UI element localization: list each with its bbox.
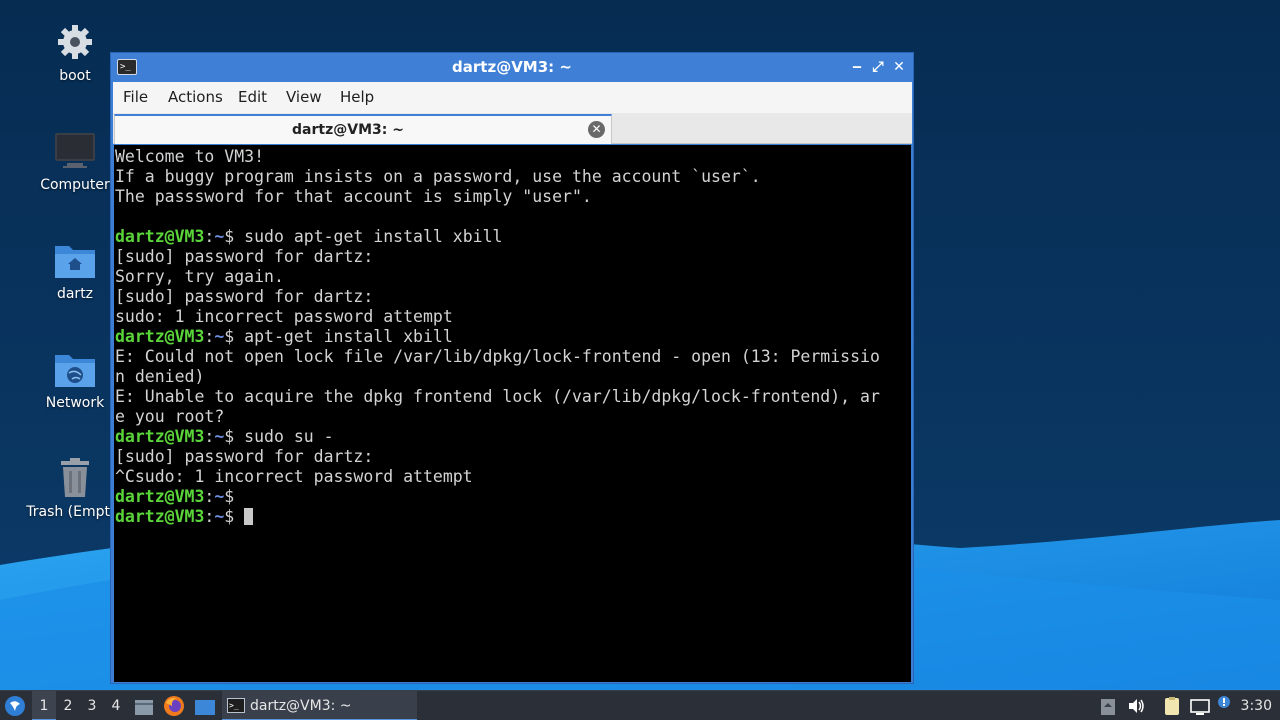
prompt-path: ~ xyxy=(214,487,225,506)
desktop-icon-label: Network xyxy=(45,395,105,411)
gear-icon xyxy=(51,18,99,66)
menu-actions[interactable]: Actions xyxy=(162,82,229,113)
firefox-icon[interactable] xyxy=(163,695,185,717)
window-titlebar[interactable]: >_ dartz@VM3: ~ ‒ ⤢ ✕ xyxy=(111,53,913,82)
minimize-button[interactable]: ‒ xyxy=(848,58,866,76)
command-text: apt-get install xbill xyxy=(244,327,453,346)
prompt-separator: : xyxy=(204,507,215,526)
tab-bar: dartz@VM3: ~ ✕ xyxy=(113,113,912,144)
command-text: sudo su - xyxy=(244,427,334,446)
terminal-output-line: Sorry, try again. xyxy=(115,267,284,286)
terminal-output-line: If a buggy program insists on a password… xyxy=(115,167,761,186)
prompt-user: dartz@VM3 xyxy=(115,327,205,346)
taskbar-clock[interactable]: 3:30 xyxy=(1241,691,1272,720)
volume-icon[interactable] xyxy=(1126,696,1146,716)
taskbar-task-label: dartz@VM3: ~ xyxy=(250,698,352,714)
terminal-output-line: E: Unable to acquire the dpkg frontend l… xyxy=(115,387,880,406)
prompt-user: dartz@VM3 xyxy=(115,427,205,446)
notes-icon[interactable] xyxy=(1100,697,1116,715)
terminal-output[interactable]: Welcome to VM3! If a buggy program insist… xyxy=(114,145,911,682)
terminal-output-line: E: Could not open lock file /var/lib/dpk… xyxy=(115,347,880,366)
prompt-user: dartz@VM3 xyxy=(115,507,205,526)
prompt-symbol: $ xyxy=(224,227,245,246)
monitor-icon xyxy=(51,127,99,175)
terminal-cursor xyxy=(244,508,254,525)
prompt-user: dartz@VM3 xyxy=(115,487,205,506)
workspace-1[interactable]: 1 xyxy=(32,691,56,720)
prompt-symbol: $ xyxy=(224,327,245,346)
trash-icon xyxy=(51,454,99,502)
terminal-output-line: sudo: 1 incorrect password attempt xyxy=(115,307,453,326)
file-manager-icon[interactable] xyxy=(134,697,154,715)
terminal-output-line: [sudo] password for dartz: xyxy=(115,287,374,306)
menu-help[interactable]: Help xyxy=(334,82,380,113)
terminal-output-line: [sudo] password for dartz: xyxy=(115,247,374,266)
network-folder-icon xyxy=(51,345,99,393)
app-menu-icon[interactable] xyxy=(4,695,26,717)
taskbar: 1 2 3 4 >_ dartz@VM3: ~ 3:30 xyxy=(0,690,1280,720)
prompt-separator: : xyxy=(204,427,215,446)
network-monitor-icon[interactable] xyxy=(1190,697,1210,715)
home-folder-icon xyxy=(51,236,99,284)
menu-bar: File Actions Edit View Help xyxy=(113,82,912,113)
desktop-icon-label: boot xyxy=(59,68,91,84)
workspace-2[interactable]: 2 xyxy=(56,691,80,720)
prompt-symbol: $ xyxy=(224,487,245,506)
desktop-icon-label: Computer xyxy=(40,177,110,193)
prompt-path: ~ xyxy=(214,327,225,346)
maximize-button[interactable]: ⤢ xyxy=(869,58,887,76)
terminal-output-line: Welcome to VM3! xyxy=(115,147,265,166)
terminal-command-line: dartz@VM3:~$ apt-get install xbill xyxy=(115,327,911,347)
show-desktop-icon[interactable] xyxy=(194,697,216,715)
tab-label: dartz@VM3: ~ xyxy=(292,122,404,138)
tab-close-icon[interactable]: ✕ xyxy=(588,121,605,138)
terminal-output-line: e you root? xyxy=(115,407,225,426)
prompt-path: ~ xyxy=(214,427,225,446)
prompt-separator: : xyxy=(204,487,215,506)
terminal-command-line: dartz@VM3:~$ xyxy=(115,487,911,507)
command-text: sudo apt-get install xbill xyxy=(244,227,503,246)
window-title: dartz@VM3: ~ xyxy=(452,58,572,76)
terminal-window: >_ dartz@VM3: ~ ‒ ⤢ ✕ File Actions Edit … xyxy=(110,52,914,684)
terminal-output-line: ^Csudo: 1 incorrect password attempt xyxy=(115,467,473,486)
prompt-separator: : xyxy=(204,327,215,346)
prompt-symbol: $ xyxy=(224,507,245,526)
prompt-user: dartz@VM3 xyxy=(115,227,205,246)
close-button[interactable]: ✕ xyxy=(890,58,908,76)
workspace-4[interactable]: 4 xyxy=(104,691,128,720)
terminal-command-line: dartz@VM3:~$ sudo apt-get install xbill xyxy=(115,227,911,247)
terminal-output-line: The passsword for that account is simply… xyxy=(115,187,592,206)
terminal-output-line: [sudo] password for dartz: xyxy=(115,447,374,466)
terminal-command-line: dartz@VM3:~$ xyxy=(115,507,911,527)
tab-terminal[interactable]: dartz@VM3: ~ ✕ xyxy=(114,114,612,144)
clipboard-icon[interactable] xyxy=(1163,696,1181,716)
desktop-icon-label: dartz xyxy=(56,286,94,302)
prompt-path: ~ xyxy=(214,227,225,246)
notification-icon[interactable] xyxy=(1216,694,1232,714)
workspace-3[interactable]: 3 xyxy=(80,691,104,720)
menu-edit[interactable]: Edit xyxy=(232,82,273,113)
prompt-symbol: $ xyxy=(224,427,245,446)
menu-file[interactable]: File xyxy=(117,82,154,113)
menu-view[interactable]: View xyxy=(280,82,328,113)
taskbar-task-terminal[interactable]: >_ dartz@VM3: ~ xyxy=(222,691,417,720)
terminal-output-line: n denied) xyxy=(115,367,205,386)
prompt-separator: : xyxy=(204,227,215,246)
terminal-command-line: dartz@VM3:~$ sudo su - xyxy=(115,427,911,447)
terminal-icon: >_ xyxy=(227,698,245,713)
prompt-path: ~ xyxy=(214,507,225,526)
